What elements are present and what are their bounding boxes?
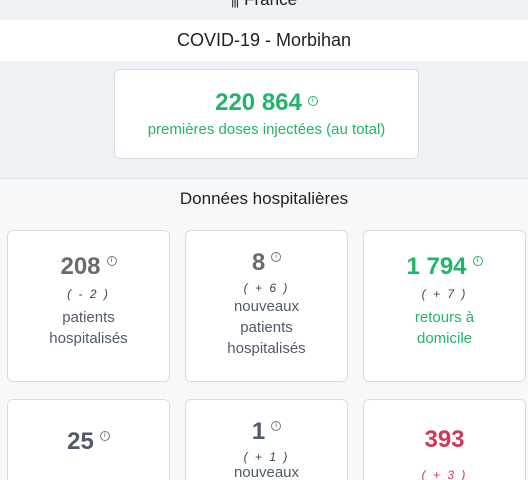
country-header[interactable]: ||| France — [0, 0, 528, 10]
flag-icon: ||| — [230, 0, 239, 8]
card-returns-home: 1 794 i ( + 7 ) retours à domicile — [363, 230, 526, 382]
card-value: 1i — [186, 418, 347, 446]
info-icon[interactable]: i — [271, 252, 282, 262]
card-value: 393 — [424, 426, 465, 453]
card-label: nouveaux patients hospitalisés — [227, 298, 306, 357]
vaccination-label: premières doses injectées (au total) — [147, 121, 386, 138]
vaccination-value: 220 864 — [215, 89, 302, 116]
info-icon[interactable]: i — [99, 431, 110, 441]
hospital-section: Données hospitalières 208 i ( - 2 ) patie… — [0, 178, 528, 480]
card-delta: ( + 6 ) — [243, 281, 290, 295]
card-delta: ( + 7 ) — [421, 287, 468, 301]
vaccination-value-row: 220 864 i — [115, 89, 418, 117]
card-label: nouveaux — [233, 464, 300, 480]
country-name: France — [244, 0, 297, 9]
card-reanimation: 25 i — [7, 399, 170, 480]
card-value: 208 i — [8, 253, 169, 281]
card-value: 25 i — [8, 428, 169, 456]
card-hospitalized: 208 i ( - 2 ) patients hospitalisés — [7, 230, 170, 382]
card-label: patients hospitalisés — [49, 309, 128, 347]
info-icon[interactable]: i — [271, 421, 282, 431]
info-icon[interactable]: i — [307, 96, 318, 106]
card-label: retours à domicile — [414, 309, 475, 347]
card-delta: ( + 1 ) — [243, 450, 290, 464]
section-title: Données hospitalières — [179, 189, 349, 208]
card-delta: ( + 3 ) — [421, 468, 468, 480]
card-new-reanimation: 1i ( + 1 ) nouveaux — [185, 399, 348, 480]
card-value: 8i — [186, 249, 347, 277]
card-value: 1 794 i — [364, 253, 525, 281]
card-new-hospitalized: 8i ( + 6 ) nouveaux patients hospitalisé… — [185, 230, 348, 382]
card-delta: ( - 2 ) — [67, 287, 110, 301]
info-icon[interactable]: i — [472, 256, 483, 266]
page-title: COVID-19 - Morbihan — [0, 20, 528, 61]
vaccination-card: 220 864 i premières doses injectées (au t… — [114, 69, 419, 159]
card-deaths: 393 ( + 3 ) — [363, 399, 526, 480]
info-icon[interactable]: i — [106, 256, 117, 266]
